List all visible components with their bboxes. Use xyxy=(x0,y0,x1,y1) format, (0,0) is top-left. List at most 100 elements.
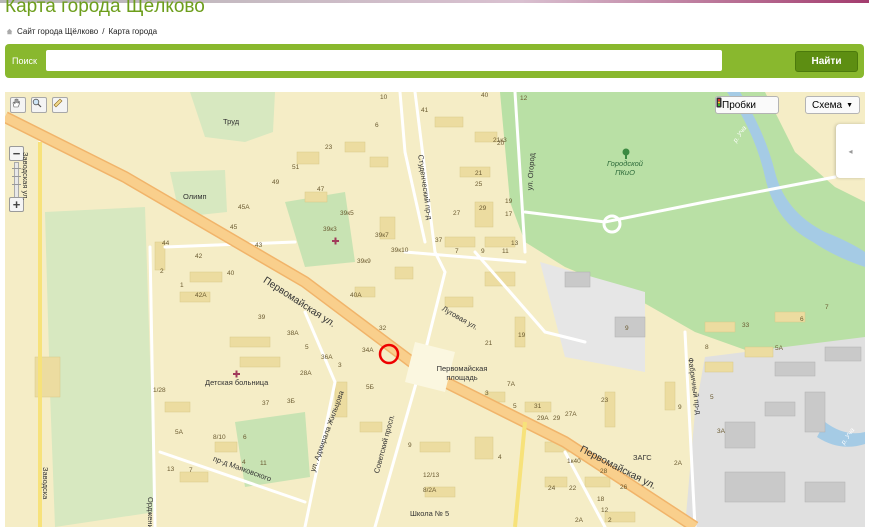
house-number: 2А xyxy=(674,460,682,467)
house-number: 13 xyxy=(167,466,175,473)
house-number: 39к5 xyxy=(340,210,354,217)
layer-select[interactable]: Схема ▼ xyxy=(805,96,860,114)
house-number: 39к3 xyxy=(323,226,337,233)
house-number: 19 xyxy=(505,198,513,205)
house-number: 9 xyxy=(625,325,629,332)
house-number: 27 xyxy=(453,210,461,217)
layer-select-label: Схема xyxy=(812,99,843,111)
street-label-zavodskaya: Заводская ул. xyxy=(21,152,30,201)
house-number: 5 xyxy=(710,394,714,401)
house-number: 42 xyxy=(195,253,203,260)
house-number: 10 xyxy=(380,94,388,101)
house-number: 6 xyxy=(800,316,804,323)
house-number: 32 xyxy=(379,325,387,332)
house-number: 5А xyxy=(175,429,183,436)
house-number: 1к40 xyxy=(567,458,581,465)
green-area-south xyxy=(235,412,310,487)
house-number: 1/28 xyxy=(153,387,166,394)
place-school[interactable]: Школа № 5 xyxy=(410,509,449,518)
side-panel-toggle[interactable]: ◂ xyxy=(836,124,865,178)
house-number: 37 xyxy=(435,237,443,244)
house-number: 5 xyxy=(305,344,309,351)
house-number: 12 xyxy=(520,95,528,102)
house-number: 9 xyxy=(678,404,682,411)
house-number: 39к7 xyxy=(375,232,389,239)
house-number: 2 xyxy=(608,517,612,524)
house-number: 45 xyxy=(230,224,238,231)
house-number: 2 xyxy=(160,268,164,275)
house-number: 3А xyxy=(717,428,725,435)
home-icon xyxy=(6,28,13,35)
house-number: 18 xyxy=(597,496,605,503)
house-number: 47 xyxy=(317,186,325,193)
house-number: 17 xyxy=(505,211,513,218)
house-number: 4 xyxy=(242,459,246,466)
house-number: 26 xyxy=(620,484,628,491)
house-number: 5Б xyxy=(366,384,374,391)
house-number: 7 xyxy=(189,467,193,474)
house-number: 31 xyxy=(534,403,542,410)
house-number: 11 xyxy=(260,460,267,467)
street-label-zavodskaya-bottom: Заводска xyxy=(41,467,50,500)
house-number: 8/2А xyxy=(423,487,437,494)
house-number: 7 xyxy=(455,248,459,255)
zoom-tick xyxy=(12,176,21,177)
place-park[interactable]: Городской ПКиО xyxy=(603,159,647,177)
house-number: 8/10 xyxy=(213,434,226,441)
place-square[interactable]: Первомайская площадь xyxy=(428,364,496,382)
house-number: 28 xyxy=(600,468,608,475)
house-number: 24 xyxy=(548,485,556,492)
zoom-tick xyxy=(12,184,21,185)
place-hospital[interactable]: Детская больница xyxy=(205,378,268,387)
place-olimp[interactable]: Олимп xyxy=(183,192,207,201)
search-bar: Поиск Найти xyxy=(5,44,864,78)
house-number: 27А xyxy=(565,411,577,418)
house-number: 40 xyxy=(227,270,235,277)
traffic-light-icon xyxy=(716,97,722,108)
place-trud[interactable]: Труд xyxy=(223,117,239,126)
house-number: 45А xyxy=(238,204,250,211)
breadcrumb: Сайт города Щёлково / Карта города xyxy=(6,27,157,36)
house-number: 2А xyxy=(575,517,583,524)
green-area-hospital-block xyxy=(285,192,355,267)
house-number: 49 xyxy=(272,179,280,186)
house-number: 25 xyxy=(475,181,483,188)
house-number: 40 xyxy=(481,92,489,99)
breadcrumb-current: Карта города xyxy=(108,27,158,36)
house-number: 40А xyxy=(350,292,362,299)
place-zags[interactable]: ЗАГС xyxy=(633,453,652,462)
chevron-down-icon: ▼ xyxy=(846,101,854,109)
house-number: 44 xyxy=(162,240,170,247)
house-number: 9 xyxy=(481,248,485,255)
house-number: 12 xyxy=(601,507,609,514)
house-number: 29 xyxy=(479,205,487,212)
house-number: 3 xyxy=(485,390,489,397)
traffic-button[interactable]: Пробки xyxy=(715,96,779,114)
house-number: 6 xyxy=(375,122,379,129)
search-button[interactable]: Найти xyxy=(795,51,858,72)
breadcrumb-separator: / xyxy=(102,27,105,36)
house-number: 21 xyxy=(485,340,493,347)
house-number: 6 xyxy=(243,434,247,441)
ruler-tool-button[interactable] xyxy=(52,97,68,113)
house-number: 29А xyxy=(537,415,549,422)
house-number: 7 xyxy=(825,304,829,311)
house-number: 43 xyxy=(255,242,263,249)
house-number: 19 xyxy=(518,332,526,339)
search-input[interactable] xyxy=(46,50,722,71)
city-map[interactable]: − + Пробки Схема ▼ ◂ Первомайская ул. Пе… xyxy=(5,92,865,527)
house-number: 39к10 xyxy=(391,247,409,254)
yellow-road-south xyxy=(513,421,527,527)
house-number: 29 xyxy=(553,415,561,422)
house-number: 5А xyxy=(775,345,783,352)
house-number: 51 xyxy=(292,164,300,171)
house-number: 8 xyxy=(705,344,709,351)
house-number: 34А xyxy=(362,347,374,354)
house-number: 33 xyxy=(742,322,750,329)
breadcrumb-home-link[interactable]: Сайт города Щёлково xyxy=(17,27,98,36)
house-number: 38А xyxy=(287,330,299,337)
ruler-icon xyxy=(53,98,63,108)
magnifier-tool-button[interactable] xyxy=(31,97,47,113)
house-number: 21 xyxy=(475,170,483,177)
hand-tool-button[interactable] xyxy=(10,97,26,113)
